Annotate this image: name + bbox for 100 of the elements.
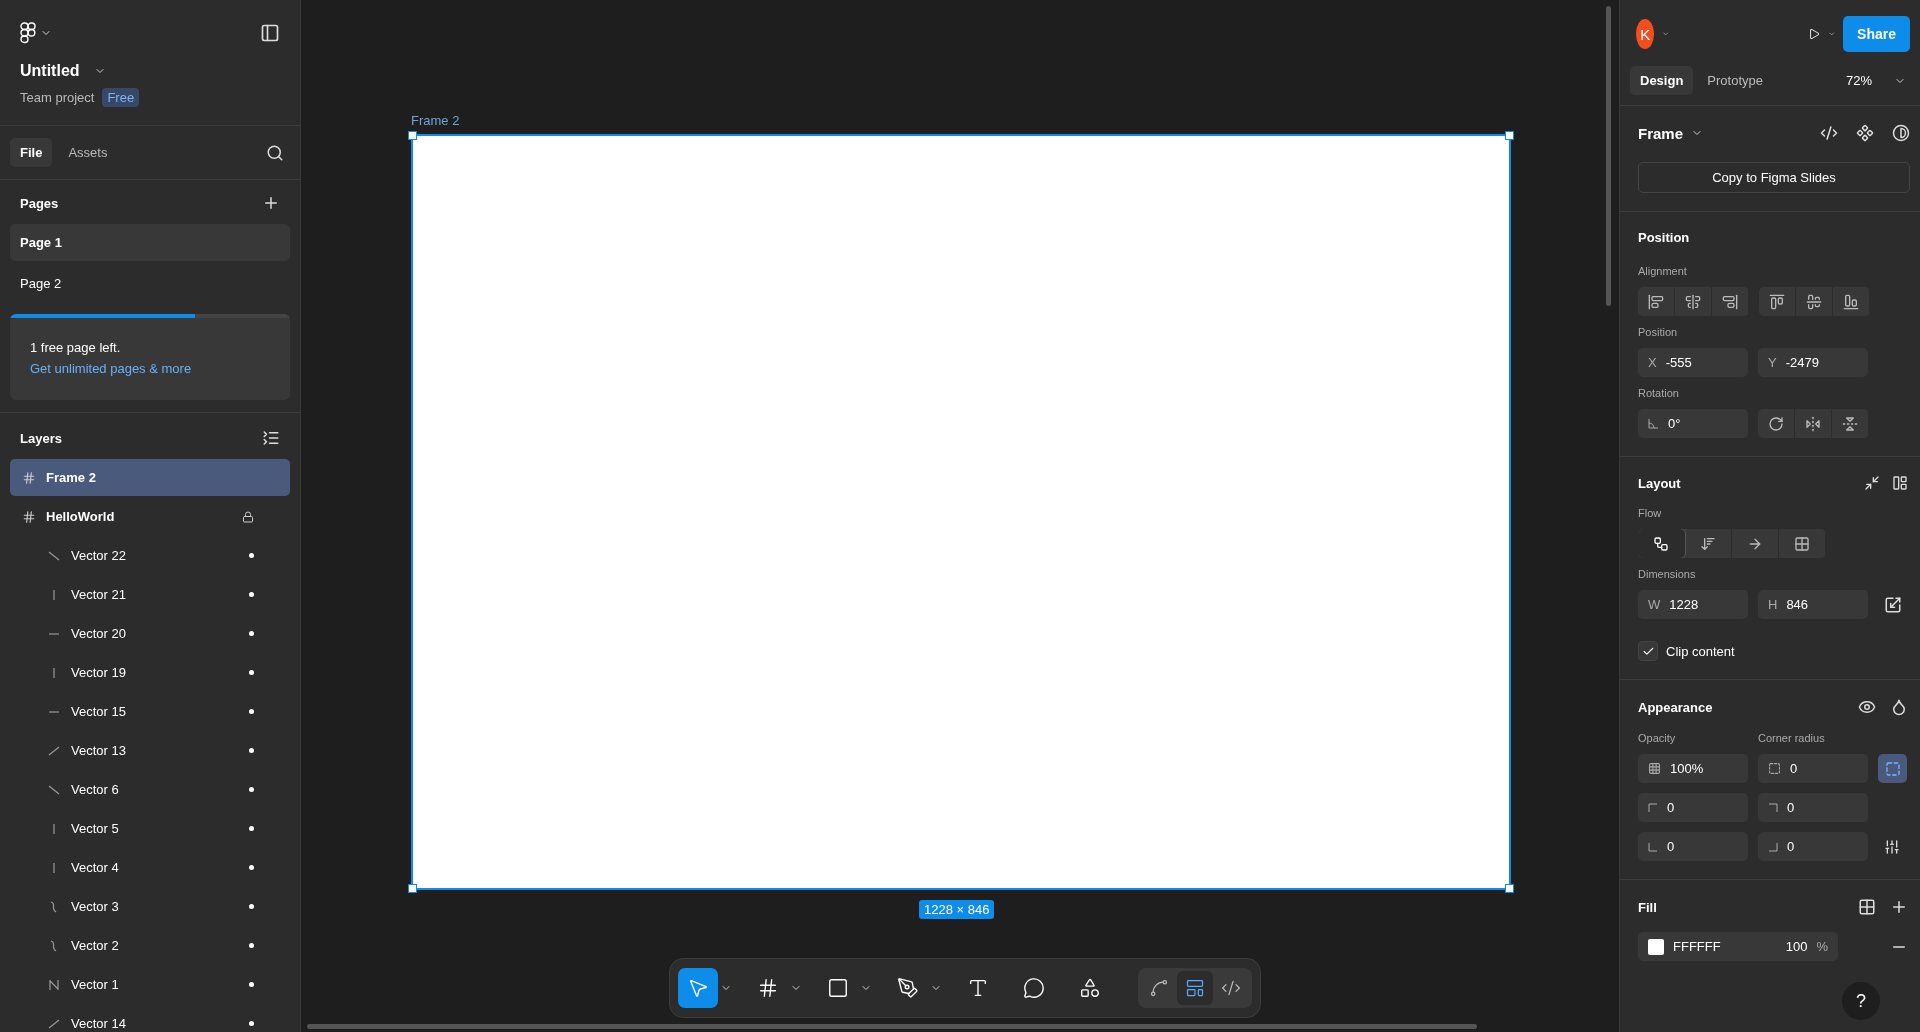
- layer-item[interactable]: Vector 1: [10, 966, 290, 1003]
- position-field[interactable]: Y -2479: [1758, 348, 1868, 377]
- vertical-flow-icon: [1700, 535, 1716, 552]
- color-swatch[interactable]: [1648, 938, 1664, 955]
- plan-badge: Free: [102, 88, 140, 107]
- add-icon[interactable]: [262, 194, 280, 212]
- field-label: Corner radius: [1758, 732, 1825, 744]
- section-title: Pages: [20, 195, 59, 211]
- user-avatar[interactable]: K: [1636, 19, 1655, 49]
- dot-icon: [249, 631, 254, 636]
- help-button[interactable]: ?: [1842, 982, 1880, 1020]
- corner-field[interactable]: 0: [1638, 793, 1748, 822]
- add-icon[interactable]: [1890, 898, 1908, 916]
- component-icon[interactable]: [1856, 124, 1874, 142]
- corner-field[interactable]: 0: [1758, 793, 1868, 822]
- layer-item[interactable]: Vector 5: [10, 810, 290, 847]
- opacity-icon: [1648, 762, 1661, 775]
- line-icon: [47, 632, 61, 635]
- dimension-field[interactable]: W 1228: [1638, 590, 1748, 619]
- field-label: Opacity: [1638, 732, 1676, 744]
- resize-handle[interactable]: [408, 884, 417, 893]
- file-title[interactable]: Untitled: [20, 62, 80, 80]
- auto-layout-icon[interactable]: [1892, 475, 1908, 491]
- mode-button[interactable]: [1177, 971, 1213, 1005]
- flip-vertical-icon: [1842, 415, 1858, 432]
- upgrade-link[interactable]: Get unlimited pages & more: [30, 361, 270, 376]
- corner-icon: [1768, 802, 1778, 813]
- panel-tab[interactable]: Design: [1630, 66, 1694, 95]
- dot-icon: [249, 709, 254, 714]
- field-label: Alignment: [1638, 265, 1688, 277]
- resize-handle[interactable]: [1505, 131, 1514, 140]
- layer-item[interactable]: Vector 2: [10, 927, 290, 964]
- frame-tool-icon: [757, 977, 779, 999]
- layer-item[interactable]: HelloWorld: [10, 498, 290, 535]
- contrast-icon[interactable]: [1892, 124, 1910, 142]
- frame-label[interactable]: Frame 2: [411, 113, 460, 128]
- dot-icon: [249, 943, 254, 948]
- layer-item[interactable]: Vector 15: [10, 693, 290, 730]
- align-center-icon: [1685, 293, 1701, 310]
- page-item[interactable]: Page 1: [10, 224, 290, 261]
- search-icon[interactable]: [266, 143, 284, 162]
- layer-item[interactable]: Vector 14: [10, 1005, 290, 1032]
- corner-field[interactable]: 0: [1638, 832, 1748, 861]
- sidebar-toggle-icon[interactable]: [260, 23, 280, 43]
- corner-field[interactable]: 0: [1758, 832, 1868, 861]
- align-top-icon: [1769, 293, 1785, 310]
- rectangle-icon: [827, 977, 849, 999]
- corner-icon: [1648, 841, 1658, 852]
- checkbox[interactable]: [1638, 641, 1658, 661]
- section-title: Position: [1638, 230, 1691, 245]
- position-field[interactable]: X -555: [1638, 348, 1748, 377]
- styles-icon[interactable]: [1858, 898, 1876, 916]
- independent-corners-button[interactable]: [1878, 754, 1907, 783]
- freeform-icon: [1653, 535, 1669, 552]
- dot-icon: [249, 865, 254, 870]
- resize-to-fit-icon[interactable]: [1864, 475, 1880, 491]
- resize-handle[interactable]: [1505, 884, 1514, 893]
- fill-field[interactable]: FFFFFF 100 %: [1638, 932, 1838, 961]
- copy-to-slides-button[interactable]: Copy to Figma Slides: [1638, 162, 1910, 193]
- dot-icon: [249, 982, 254, 987]
- layer-item[interactable]: Vector 6: [10, 771, 290, 808]
- layer-item[interactable]: Vector 4: [10, 849, 290, 886]
- resize-handle[interactable]: [408, 131, 417, 140]
- dot-icon: [249, 592, 254, 597]
- layer-item[interactable]: Vector 3: [10, 888, 290, 925]
- eye-icon[interactable]: [1858, 698, 1876, 716]
- layer-item[interactable]: Frame 2: [10, 459, 290, 496]
- section-title: Layout: [1638, 475, 1681, 491]
- comment-icon: [1023, 977, 1045, 999]
- corners-icon: [1768, 762, 1781, 775]
- droplet-icon[interactable]: [1890, 698, 1908, 716]
- checkbox-label: Clip content: [1666, 643, 1735, 659]
- scale-icon[interactable]: [1884, 595, 1902, 614]
- code-icon[interactable]: [1820, 124, 1838, 142]
- layer-item[interactable]: Vector 13: [10, 732, 290, 769]
- rotation-field[interactable]: 0°: [1638, 409, 1748, 438]
- section-title: Layers: [20, 430, 62, 446]
- selection-type[interactable]: Frame: [1638, 124, 1684, 142]
- share-button[interactable]: Share: [1843, 16, 1910, 52]
- layer-item[interactable]: Vector 21: [10, 576, 290, 613]
- zoom-level[interactable]: 72%: [1845, 73, 1872, 88]
- text-icon: [967, 977, 989, 999]
- layer-item[interactable]: Vector 22: [10, 537, 290, 574]
- sliders-icon[interactable]: [1884, 838, 1900, 855]
- layer-item[interactable]: Vector 20: [10, 615, 290, 652]
- page-item[interactable]: Page 2: [10, 265, 290, 302]
- corner-radius-field[interactable]: 0: [1758, 754, 1868, 783]
- figma-logo-icon[interactable]: [20, 22, 36, 44]
- shapes-icon: [1079, 977, 1101, 999]
- panel-tab[interactable]: File: [10, 138, 53, 167]
- scrollbar[interactable]: [307, 1024, 1477, 1029]
- opacity-field[interactable]: 100%: [1638, 754, 1748, 783]
- panel-tab[interactable]: Assets: [58, 138, 118, 167]
- collapse-layers-icon[interactable]: [262, 429, 280, 447]
- panel-tab[interactable]: Prototype: [1697, 66, 1773, 95]
- field-label: Position: [1638, 326, 1679, 338]
- dimension-field[interactable]: H 846: [1758, 590, 1868, 619]
- layer-item[interactable]: Vector 19: [10, 654, 290, 691]
- scrollbar[interactable]: [1606, 6, 1611, 306]
- tool-button[interactable]: [678, 968, 718, 1008]
